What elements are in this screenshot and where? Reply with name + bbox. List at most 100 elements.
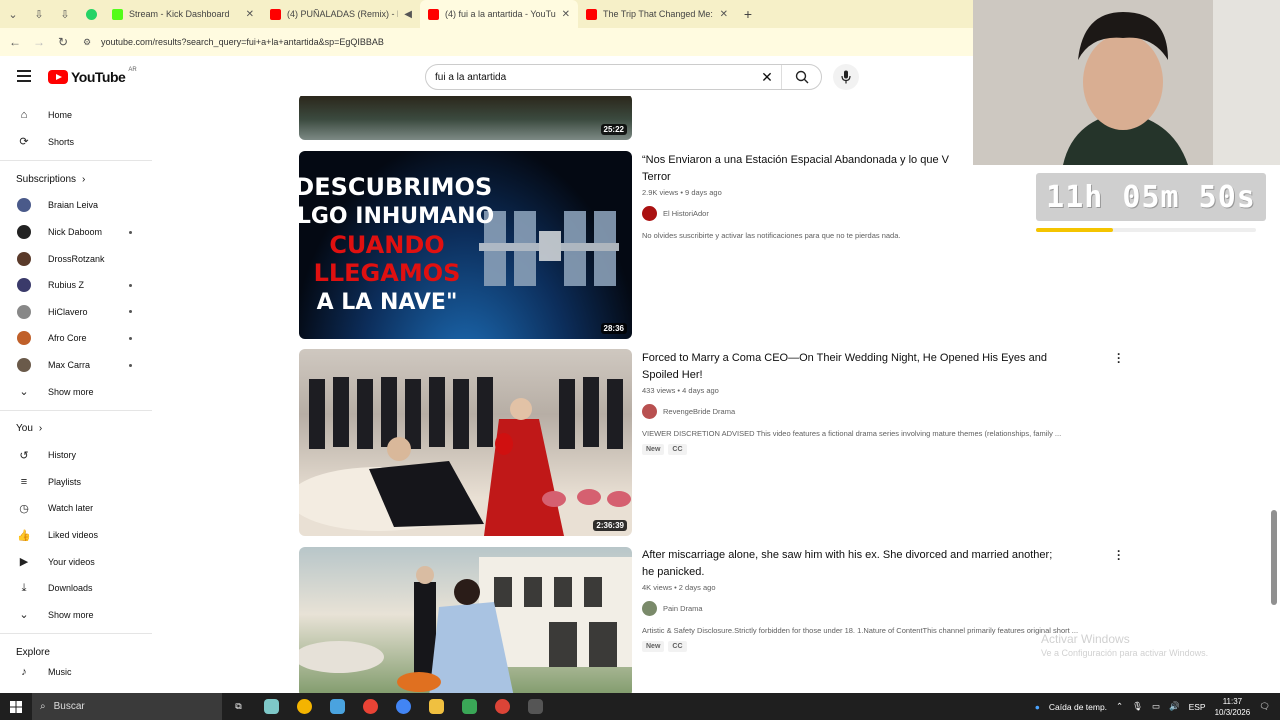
wedding-scene-illustration [299, 377, 631, 536]
streamer-webcam-image [973, 0, 1280, 165]
sidebar-subscription[interactable]: HiClavero [0, 299, 152, 326]
youtube-icon [428, 8, 439, 20]
network-icon[interactable]: ▭ [1152, 701, 1160, 712]
audio-icon[interactable]: ◀ [404, 9, 412, 20]
video-thumbnail[interactable]: "DESCUBRIMOS ALGO INHUMANO CUANDO LLEGAM… [299, 151, 632, 339]
taskbar-app-icon[interactable] [420, 693, 453, 720]
channel-avatar [17, 358, 31, 373]
activation-watermark: Activar Windows [1041, 632, 1130, 646]
sidebar-item-watch-later[interactable]: ◷ Watch later [0, 495, 152, 522]
you-show-more[interactable]: ⌄ Show more [0, 602, 152, 629]
sidebar-item-history[interactable]: ↺ History [0, 442, 152, 469]
taskbar-app-icon[interactable] [255, 693, 288, 720]
cc-badge: CC [668, 444, 687, 455]
sidebar-item-liked-videos[interactable]: 👍 Liked videos [0, 522, 152, 549]
video-thumbnail[interactable] [299, 547, 632, 693]
sidebar-subscription[interactable]: Braian Leiva [0, 192, 152, 219]
taskbar-app-icon[interactable] [321, 693, 354, 720]
taskbar-app-icon[interactable] [288, 693, 321, 720]
more-options-icon[interactable]: · · · [1116, 545, 1122, 565]
you-header[interactable]: You › [0, 416, 152, 442]
playlists-icon: ≡ [20, 475, 28, 488]
subscriptions-show-more[interactable]: ⌄ Show more [0, 378, 152, 405]
sidebar-subscription[interactable]: Nick Daboom [0, 219, 152, 246]
sidebar-item-home[interactable]: ⌂ Home [0, 102, 152, 129]
windows-taskbar: ⌕ Buscar ⧉ ● Caída de temp. ⌃ 🎙 ▭ 🔊 ESP … [0, 693, 1280, 720]
task-view-icon[interactable]: ⧉ [222, 693, 255, 720]
clock[interactable]: 11:37 10/3/2026 [1215, 696, 1251, 718]
video-thumbnail[interactable]: 25:22 [299, 96, 632, 140]
chevron-up-icon[interactable]: ⌃ [1116, 701, 1123, 712]
browser-tab-kick[interactable]: Stream - Kick Dashboard ✕ [104, 0, 262, 28]
taskbar-search[interactable]: ⌕ Buscar [32, 693, 222, 720]
sidebar-item-downloads[interactable]: ⤓ Downloads [0, 575, 152, 602]
sidebar-subscription[interactable]: DrossRotzank [0, 245, 152, 272]
youtube-logo[interactable]: YouTube AR [48, 67, 137, 85]
menu-icon[interactable] [17, 70, 31, 85]
sidebar-item-shorts[interactable]: ⟳ Shorts [0, 129, 152, 156]
sidebar-subscription[interactable]: Rubius Z [0, 272, 152, 299]
back-icon[interactable]: ← [3, 35, 27, 49]
channel-link[interactable]: RevengeBride Drama [642, 404, 1122, 419]
reload-icon[interactable]: ↻ [51, 35, 75, 49]
subscriptions-header[interactable]: Subscriptions › [0, 166, 152, 192]
like-icon: 👍 [17, 529, 31, 542]
new-tab-button[interactable]: + [736, 6, 760, 22]
mansion-scene-illustration [299, 557, 632, 693]
close-tab-icon[interactable]: ✕ [246, 9, 254, 20]
clear-search-icon[interactable]: ✕ [753, 69, 781, 86]
watch-later-icon: ◷ [19, 502, 29, 515]
youtube-icon [586, 8, 597, 20]
start-button[interactable] [0, 700, 32, 713]
language-indicator[interactable]: ESP [1189, 702, 1206, 712]
close-tab-icon[interactable]: ✕ [720, 9, 728, 20]
video-title[interactable]: After miscarriage alone, she saw him wit… [642, 547, 1122, 580]
new-content-dot [129, 283, 132, 287]
taskbar-app-icon[interactable] [354, 693, 387, 720]
search-box[interactable]: fui a la antartida ✕ [425, 64, 822, 90]
taskbar-app-icon[interactable] [453, 693, 486, 720]
forward-icon[interactable]: → [27, 35, 51, 49]
stream-progress-bar [1036, 228, 1256, 232]
taskbar-app-icon[interactable] [486, 693, 519, 720]
duration-badge: 25:22 [600, 124, 627, 135]
voice-search-button[interactable] [833, 64, 859, 90]
video-thumbnail[interactable]: 2:36:39 [299, 349, 632, 536]
site-info-icon[interactable]: ⚙ [75, 37, 99, 48]
search-input[interactable]: fui a la antartida [435, 72, 753, 83]
weather-text[interactable]: Caída de temp. [1049, 702, 1107, 712]
search-button[interactable] [781, 65, 821, 89]
svg-text:CUANDO: CUANDO [329, 231, 444, 259]
browser-tab-active[interactable]: (4) fui a la antartida - YouTube ✕ [420, 0, 578, 28]
pinned-tab-2[interactable]: ⇩ [52, 0, 78, 28]
whatsapp-pinned-tab[interactable] [78, 0, 104, 28]
taskbar-app-icon[interactable] [519, 693, 552, 720]
notification-icon[interactable]: 🗨 [1259, 701, 1270, 712]
sidebar-subscription[interactable]: Max Carra [0, 352, 152, 379]
chevron-right-icon: › [38, 423, 43, 435]
tab-search-icon[interactable]: ⌄ [0, 0, 26, 28]
microphone-icon[interactable]: 🎙 [1132, 701, 1143, 712]
more-options-icon[interactable]: · · · [1116, 348, 1122, 368]
scrollbar[interactable] [1271, 510, 1277, 605]
sidebar-item-music[interactable]: ♪ Music [0, 665, 152, 679]
app-icon [396, 699, 411, 714]
channel-link[interactable]: Pain Drama [642, 601, 1122, 616]
volume-icon[interactable]: 🔊 [1169, 701, 1180, 712]
sidebar-item-your-videos[interactable]: ▶ Your videos [0, 548, 152, 575]
url-field[interactable]: youtube.com/results?search_query=fui+a+l… [101, 37, 384, 47]
video-description: Artistic & Safety Disclosure.Strictly fo… [642, 626, 1079, 635]
sidebar-subscription[interactable]: Afro Core [0, 325, 152, 352]
browser-tab-punaladas[interactable]: (4) PUÑALADAS (Remix) - L ◀ [262, 0, 420, 28]
cc-badge: CC [668, 641, 687, 652]
channel-avatar [642, 404, 657, 419]
pinned-tab-1[interactable]: ⇩ [26, 0, 52, 28]
taskbar-app-icon[interactable] [387, 693, 420, 720]
close-tab-icon[interactable]: ✕ [562, 9, 570, 20]
new-content-dot [129, 363, 132, 367]
sidebar-item-playlists[interactable]: ≡ Playlists [0, 469, 152, 496]
channel-avatar [642, 601, 657, 616]
browser-tab-trip[interactable]: The Trip That Changed Me: Dar ✕ [578, 0, 736, 28]
video-title[interactable]: Forced to Marry a Coma CEO—On Their Wedd… [642, 350, 1122, 383]
svg-text:ALGO INHUMANO: ALGO INHUMANO [299, 204, 494, 229]
